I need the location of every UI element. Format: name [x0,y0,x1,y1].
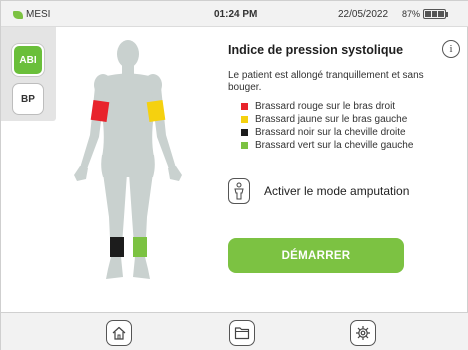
cuff-black-right-ankle [110,237,124,257]
green-swatch [241,142,248,149]
cuff-yellow-left-arm [146,99,166,123]
body-diagram [74,40,182,279]
folder-button[interactable] [229,320,255,346]
cuff-red-right-arm [90,99,110,123]
legend-label: Brassard rouge sur le bras droit [255,101,396,112]
battery-percent: 87% [402,9,421,19]
legend-item: Brassard noir sur la cheville droite [241,126,413,139]
gear-icon [356,326,370,340]
legend-label: Brassard jaune sur le bras gauche [255,114,408,125]
settings-button[interactable] [350,320,376,346]
start-button[interactable]: DÉMARRER [228,238,404,273]
battery-icon [423,9,447,19]
brand: MESI [13,9,50,20]
clock: 01:24 PM [214,9,258,20]
brand-name: MESI [26,9,51,20]
status-bar: MESI 01:24 PM 22/05/2022 87% [1,1,468,27]
mode-tabs: ABI BP [1,27,56,121]
body-silhouette [74,40,182,279]
battery-tip [446,11,449,17]
person-glyph [234,182,244,200]
yellow-swatch [241,116,248,123]
date: 22/05/2022 [338,9,389,20]
info-icon[interactable]: i [442,40,460,58]
legend-item: Brassard jaune sur le bras gauche [241,113,413,126]
battery-indicator: 87% [402,9,449,19]
cuff-legend: Brassard rouge sur le bras droit Brassar… [241,100,413,152]
patient-instruction: Le patient est allongé tranquillement et… [228,70,424,93]
legend-item: Brassard vert sur la cheville gauche [241,139,413,152]
home-button[interactable] [106,320,132,346]
tab-abi[interactable]: ABI [12,44,44,76]
red-swatch [241,103,248,110]
person-icon[interactable] [228,178,250,204]
black-swatch [241,129,248,136]
cuff-green-left-ankle [133,237,147,257]
amputation-mode-toggle[interactable]: Activer le mode amputation [228,178,409,204]
amputation-label[interactable]: Activer le mode amputation [264,184,409,198]
tab-bp[interactable]: BP [12,83,44,115]
bottom-nav [1,312,468,350]
folder-icon [234,327,250,340]
legend-label: Brassard vert sur la cheville gauche [255,140,414,151]
legend-label: Brassard noir sur la cheville droite [255,127,406,138]
screen-frame: MESI 01:24 PM 22/05/2022 87% ABI BP Indi… [0,0,468,350]
home-icon [112,326,126,340]
page-title: Indice de pression systolique [228,43,404,57]
legend-item: Brassard rouge sur le bras droit [241,100,413,113]
brand-leaf-icon [13,10,23,19]
